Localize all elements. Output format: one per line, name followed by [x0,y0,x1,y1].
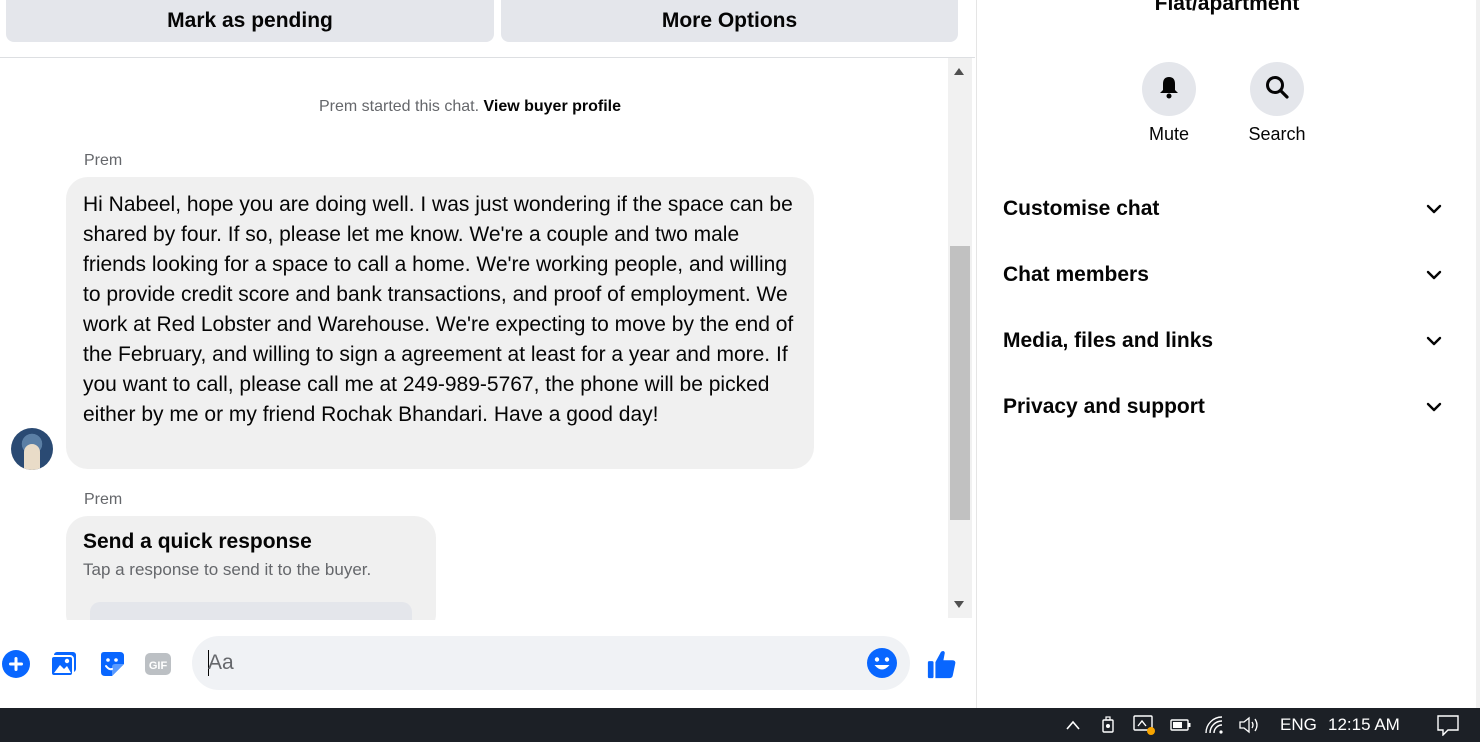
meet-now-icon[interactable] [1100,708,1118,742]
notification-icon[interactable] [1436,708,1460,742]
chevron-down-icon [1425,395,1443,419]
section-label: Customise chat [1003,197,1160,220]
section-chat-members[interactable]: Chat members [991,250,1455,300]
more-options-button[interactable]: More Options [501,0,958,42]
clock[interactable]: 12:15 AM [1328,708,1400,742]
section-privacy-support[interactable]: Privacy and support [991,382,1455,432]
message-composer: GIF [0,628,975,700]
section-label: Privacy and support [1003,395,1205,418]
quick-response-title: Send a quick response [83,530,312,553]
mute-button[interactable] [1142,62,1196,116]
window-edge [1476,0,1480,708]
chevron-up-icon[interactable] [1064,708,1082,742]
battery-icon[interactable] [1170,708,1192,742]
volume-icon[interactable] [1238,708,1262,742]
image-icon[interactable] [48,648,80,680]
chat-start-text: Prem started this chat. [318,98,480,115]
view-buyer-profile-link[interactable]: View buyer profile [483,98,621,115]
message-sender: Prem [84,491,123,508]
quick-response-card: Send a quick response Tap a response to … [66,516,436,620]
quick-response-subtitle: Tap a response to send it to the buyer. [83,560,372,579]
chevron-down-icon [1425,197,1443,221]
svg-text:GIF: GIF [149,660,168,672]
message-sender: Prem [84,152,123,169]
message-input-box[interactable] [192,636,910,690]
network-status-icon[interactable] [1132,708,1156,742]
search-action: Search [1237,62,1317,145]
chat-info-panel: Flat/apartment Mute Search Customise cha… [976,0,1480,708]
gif-icon[interactable]: GIF [142,648,174,680]
emoji-icon[interactable] [866,647,898,679]
thumbs-up-icon[interactable] [926,648,958,680]
wifi-icon[interactable] [1204,708,1226,742]
plus-icon[interactable] [0,648,32,680]
chat-thread: Prem started this chat. View buyer profi… [0,58,948,620]
language-indicator[interactable]: ENG [1280,708,1317,742]
avatar[interactable] [11,428,53,470]
section-media-files-links[interactable]: Media, files and links [991,316,1455,366]
message-input[interactable] [208,648,848,678]
chevron-down-icon [1425,329,1443,353]
bell-icon [1157,75,1181,104]
mute-action: Mute [1129,62,1209,145]
chevron-down-icon [1425,263,1443,287]
quick-response-option[interactable] [90,602,412,620]
section-label: Chat members [1003,263,1149,286]
scroll-up-arrow-icon[interactable] [954,68,964,75]
search-button[interactable] [1250,62,1304,116]
mark-as-pending-button[interactable]: Mark as pending [6,0,494,42]
search-label: Search [1248,124,1306,144]
chat-start-notice: Prem started this chat. View buyer profi… [0,98,940,116]
taskbar: ENG 12:15 AM [0,708,1480,742]
scrollbar-thumb[interactable] [950,246,970,520]
chat-scrollbar[interactable] [948,58,972,618]
mute-label: Mute [1148,124,1190,144]
message-bubble: Hi Nabeel, hope you are doing well. I wa… [66,177,814,469]
listing-title: Flat/apartment [1154,0,1300,15]
scroll-down-arrow-icon[interactable] [954,601,964,608]
sticker-icon[interactable] [96,648,128,680]
search-icon [1264,74,1290,105]
section-label: Media, files and links [1003,329,1214,352]
section-customise-chat[interactable]: Customise chat [991,184,1455,234]
app-window: Mark as pending More Options Prem starte… [0,0,1480,742]
